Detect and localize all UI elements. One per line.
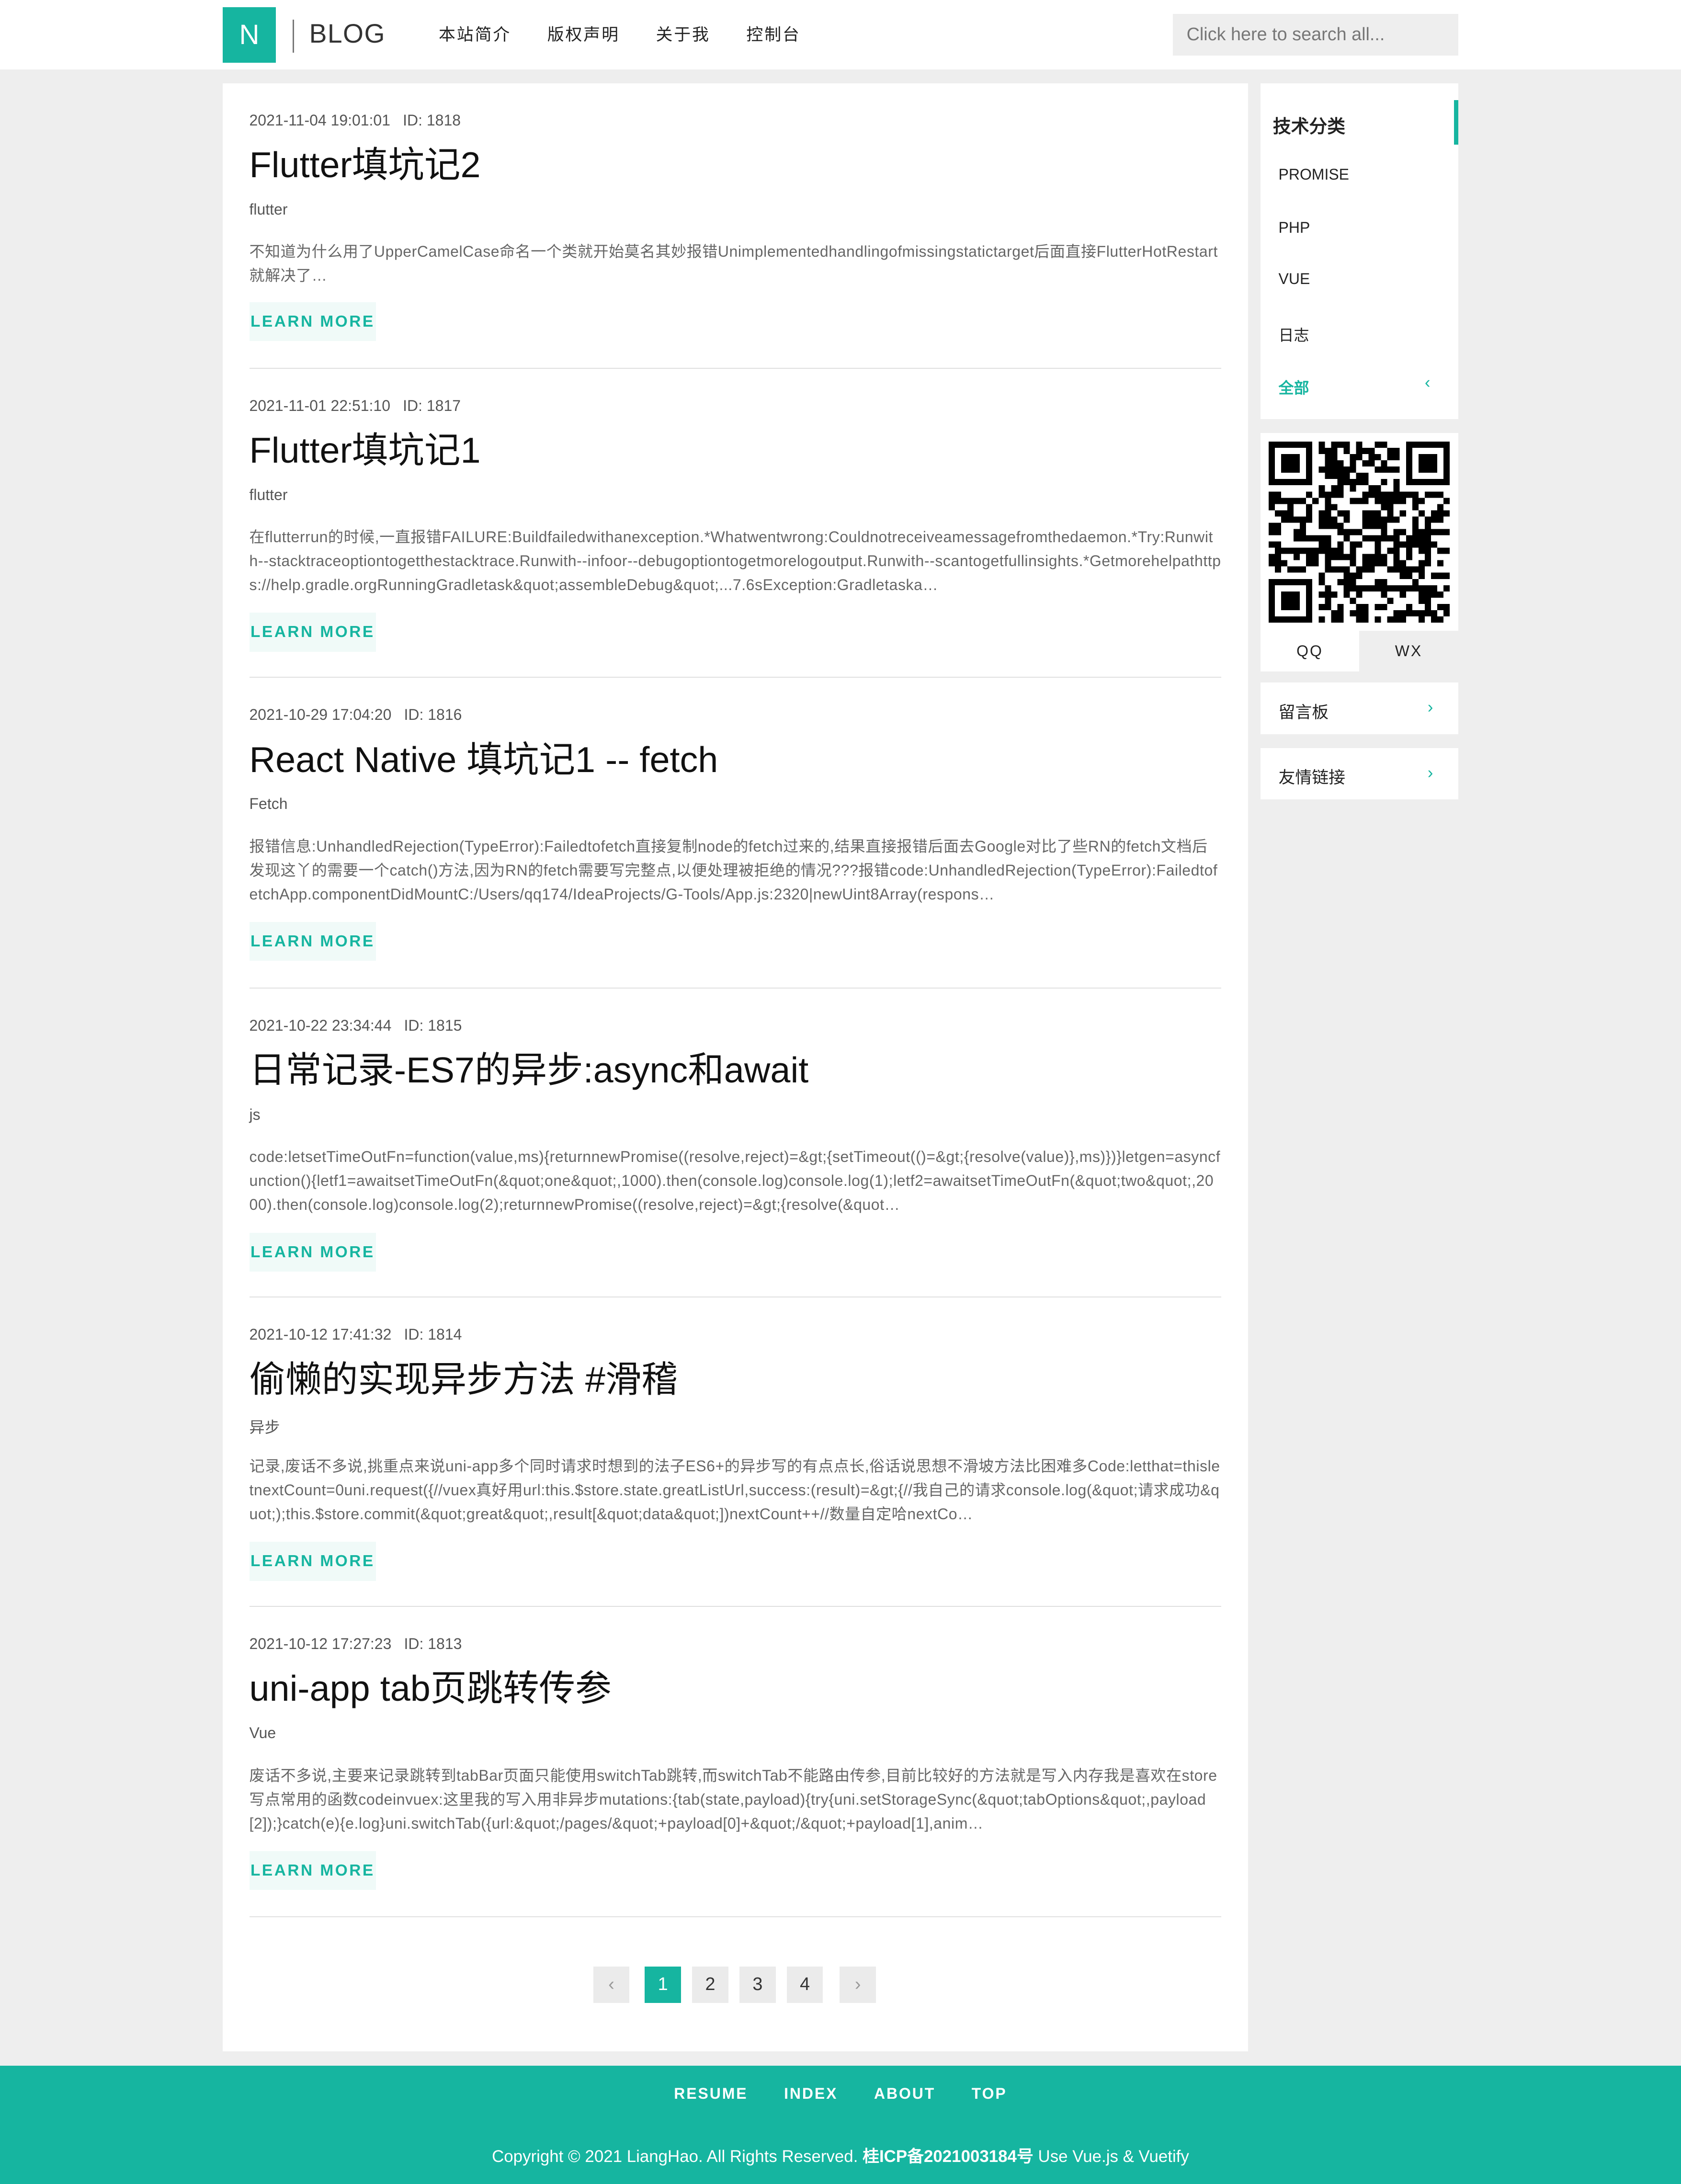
pagination-page-button[interactable]: 3	[739, 1967, 776, 2003]
guestbook-label: 留言板	[1278, 703, 1329, 722]
post-excerpt: 报错信息:UnhandledRejection(TypeError):Faile…	[249, 837, 1218, 903]
footer-nav: RESUME INDEX ABOUT TOP	[0, 2085, 1681, 2103]
learn-more-button[interactable]: LEARN MORE	[249, 613, 376, 652]
post-id: ID: 1814	[404, 1326, 462, 1343]
post-meta: 2021-11-04 19:01:01 ID: 1818	[250, 112, 461, 129]
post-excerpt: 记录,废话不多说,挑重点来说uni-app多个同时请求时想到的法子ES6+的异步…	[249, 1457, 1220, 1523]
nav-item-about[interactable]: 关于我	[638, 0, 728, 69]
post-tag[interactable]: Fetch	[250, 795, 288, 813]
pagination-prev-button[interactable]: ‹	[593, 1967, 630, 2003]
post-card: 2021-10-29 17:04:20 ID: 1816 React Native…	[249, 678, 1222, 989]
footer-link-index[interactable]: INDEX	[766, 2085, 856, 2103]
friend-links-link[interactable]: 友情链接 ›	[1260, 748, 1458, 800]
copyright-suffix: Use Vue.js & Vuetify	[1038, 2147, 1189, 2166]
friend-links-label: 友情链接	[1278, 768, 1346, 787]
qr-tab-qq[interactable]: QQ	[1260, 631, 1360, 671]
post-id: ID: 1817	[403, 397, 461, 414]
post-date: 2021-10-12 17:27:23	[249, 1635, 392, 1652]
post-excerpt: 不知道为什么用了UpperCamelCase命名一个类就开始莫名其妙报错Unim…	[249, 243, 1218, 284]
category-item-vue[interactable]: VUE	[1279, 270, 1310, 288]
footer-link-resume[interactable]: RESUME	[656, 2085, 766, 2103]
nav-item-intro[interactable]: 本站简介	[420, 0, 529, 69]
category-panel: 技术分类 PROMISE PHP VUE 日志 全部 ‹	[1260, 83, 1458, 420]
active-indicator	[1454, 100, 1458, 145]
nav-item-copyright[interactable]: 版权声明	[529, 0, 638, 69]
post-date: 2021-10-12 17:41:32	[249, 1326, 392, 1343]
post-excerpt: code:letsetTimeOutFn=function(value,ms){…	[249, 1148, 1221, 1214]
post-card: 2021-10-12 17:27:23 ID: 1813 uni-app tab页…	[249, 1607, 1222, 1918]
post-title[interactable]: React Native 填坑记1 -- fetch	[250, 730, 718, 783]
post-list-card: 2021-11-04 19:01:01 ID: 1818 Flutter填坑记2 …	[223, 83, 1248, 2052]
post-card: 2021-10-22 23:34:44 ID: 1815 日常记录-ES7的异步:…	[249, 989, 1222, 1298]
logo-divider	[292, 19, 294, 53]
learn-more-button[interactable]: LEARN MORE	[249, 302, 376, 341]
post-title[interactable]: Flutter填坑记2	[250, 135, 481, 188]
post-card: 2021-10-12 17:41:32 ID: 1814 偷懒的实现异步方法 #滑…	[249, 1298, 1222, 1607]
post-meta: 2021-10-22 23:34:44 ID: 1815	[250, 1017, 462, 1035]
post-tag[interactable]: flutter	[250, 201, 288, 218]
pagination-next-button[interactable]: ›	[840, 1967, 876, 2003]
post-title[interactable]: uni-app tab页跳转传参	[250, 1659, 612, 1711]
post-tag[interactable]: 异步	[250, 1415, 280, 1437]
post-date: 2021-11-01 22:51:10	[249, 397, 390, 414]
copyright-text: Copyright © 2021 LiangHao. All Rights Re…	[0, 2143, 1681, 2167]
category-item-php[interactable]: PHP	[1279, 219, 1310, 237]
post-card: 2021-11-01 22:51:10 ID: 1817 Flutter填坑记1 …	[249, 369, 1222, 678]
learn-more-button[interactable]: LEARN MORE	[249, 1232, 376, 1272]
chevron-right-icon: ›	[1427, 763, 1433, 782]
post-card: 2021-11-04 19:01:01 ID: 1818 Flutter填坑记2 …	[249, 83, 1222, 369]
qr-code-image	[1269, 441, 1450, 623]
nav-item-console[interactable]: 控制台	[728, 0, 819, 69]
chevron-right-icon: ›	[1427, 697, 1433, 717]
category-item-promise[interactable]: PROMISE	[1279, 166, 1349, 183]
post-meta: 2021-10-29 17:04:20 ID: 1816	[250, 706, 462, 724]
post-title[interactable]: 日常记录-ES7的异步:async和await	[250, 1040, 809, 1093]
top-app-bar: N BLOG 本站简介 版权声明 关于我 控制台	[0, 0, 1681, 70]
footer: RESUME INDEX ABOUT TOP Copyright © 2021 …	[0, 2065, 1681, 2184]
post-title[interactable]: 偷懒的实现异步方法 #滑稽	[250, 1350, 678, 1402]
pagination: ‹ 1 2 3 4 ›	[593, 1967, 887, 2003]
post-id: ID: 1818	[403, 111, 461, 129]
post-id: ID: 1813	[404, 1635, 462, 1652]
footer-link-top[interactable]: TOP	[954, 2085, 1025, 2103]
post-tag[interactable]: js	[250, 1106, 261, 1124]
pagination-page-button[interactable]: 4	[786, 1967, 823, 2003]
main-nav: 本站简介 版权声明 关于我 控制台	[420, 0, 818, 69]
pagination-page-button[interactable]: 1	[645, 1967, 681, 2003]
category-item-log[interactable]: 日志	[1279, 323, 1309, 345]
category-heading: 技术分类	[1272, 116, 1346, 137]
post-date: 2021-10-22 23:34:44	[249, 1016, 392, 1034]
brand-title[interactable]: BLOG	[309, 18, 386, 49]
post-id: ID: 1816	[404, 706, 462, 724]
learn-more-button[interactable]: LEARN MORE	[249, 1542, 376, 1581]
post-title[interactable]: Flutter填坑记1	[250, 421, 481, 473]
learn-more-button[interactable]: LEARN MORE	[249, 1851, 376, 1890]
post-date: 2021-11-04 19:01:01	[249, 111, 390, 129]
icp-link[interactable]: 桂ICP备2021003184号	[863, 2147, 1034, 2166]
category-item-all[interactable]: 全部	[1279, 376, 1309, 398]
post-tag[interactable]: Vue	[250, 1724, 276, 1742]
post-date: 2021-10-29 17:04:20	[249, 706, 392, 724]
post-id: ID: 1815	[404, 1016, 462, 1034]
qr-tab-wx[interactable]: WX	[1359, 631, 1458, 671]
guestbook-link[interactable]: 留言板 ›	[1260, 682, 1458, 734]
chevron-left-icon[interactable]: ‹	[1425, 373, 1431, 392]
post-tag[interactable]: flutter	[250, 486, 288, 504]
copyright-prefix: Copyright © 2021 LiangHao. All Rights Re…	[492, 2147, 858, 2166]
footer-link-about[interactable]: ABOUT	[856, 2085, 954, 2103]
post-meta: 2021-10-12 17:27:23 ID: 1813	[250, 1635, 462, 1653]
post-meta: 2021-11-01 22:51:10 ID: 1817	[250, 397, 461, 415]
pagination-page-button[interactable]: 2	[692, 1967, 728, 2003]
search-input[interactable]	[1172, 14, 1458, 56]
post-meta: 2021-10-12 17:41:32 ID: 1814	[250, 1326, 462, 1343]
logo-mark[interactable]: N	[223, 7, 276, 63]
post-excerpt: 在flutterrun的时候,一直报错FAILURE:Buildfailedwi…	[249, 528, 1221, 594]
post-excerpt: 废话不多说,主要来记录跳转到tabBar页面只能使用switchTab跳转,而s…	[249, 1766, 1217, 1832]
learn-more-button[interactable]: LEARN MORE	[249, 922, 376, 961]
